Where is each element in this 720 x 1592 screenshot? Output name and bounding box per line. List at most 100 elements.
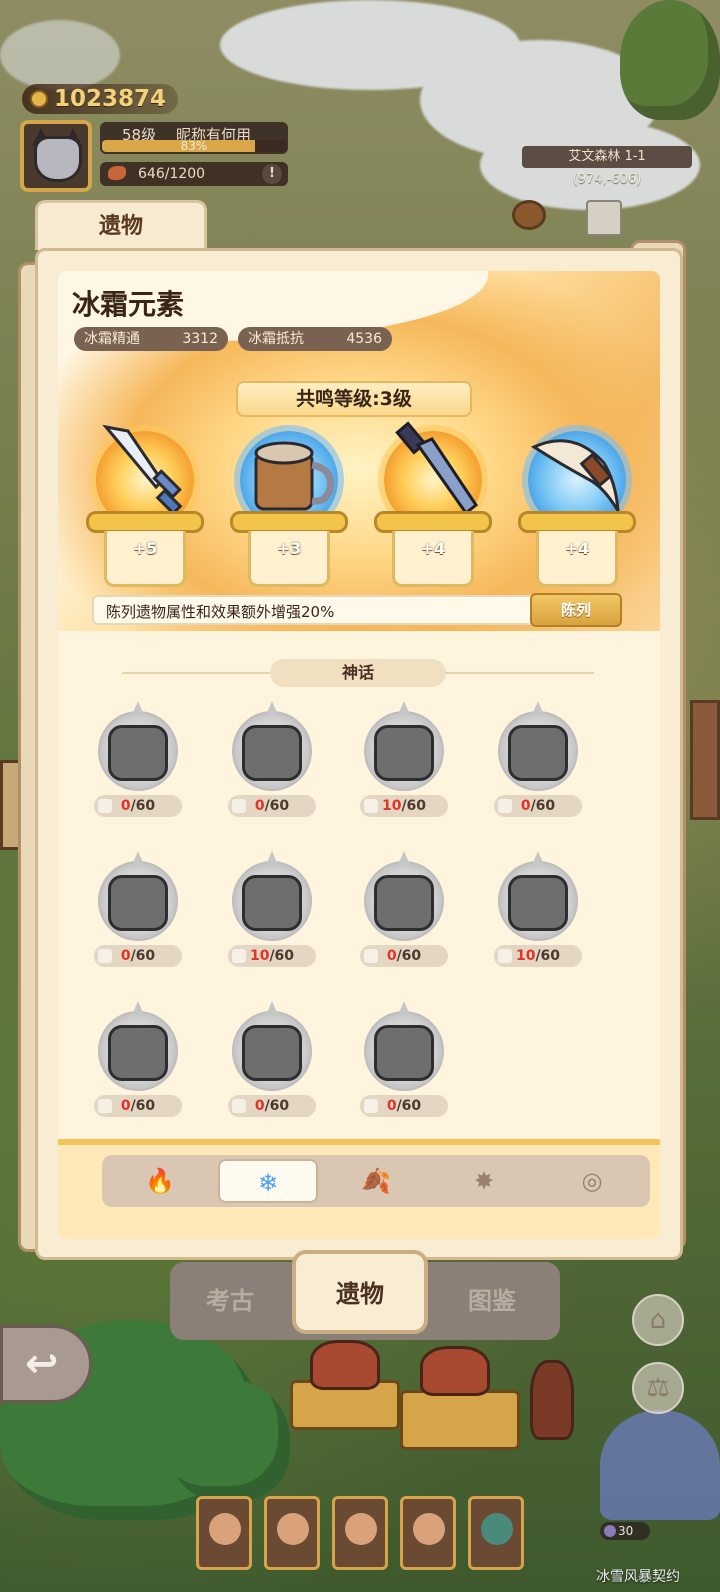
fragment-needed: /60 [396, 948, 422, 964]
contract-hero-portrait[interactable] [600, 1410, 720, 1520]
item-spike [132, 1001, 144, 1015]
tab-relics[interactable]: 遗物 [292, 1250, 428, 1334]
fire-icon: 🔥 [145, 1167, 175, 1195]
relic-item-bracer[interactable]: 0/60 [354, 851, 454, 979]
griffin-nest [400, 1390, 520, 1450]
exclamation-icon[interactable]: ! [262, 164, 282, 184]
hero-slot[interactable] [264, 1496, 320, 1570]
element-tab-swirl-icon[interactable]: ◎ [542, 1159, 642, 1203]
fragment-owned: 0 [120, 948, 131, 964]
player-avatar[interactable] [20, 120, 92, 192]
location-coords: (974,-606) [572, 172, 642, 187]
element-tab-leaf-icon[interactable]: 🍂 [326, 1159, 426, 1203]
scales-icon[interactable]: ⚖ [632, 1362, 684, 1414]
relic-item-skull-helm[interactable]: 0/60 [88, 851, 188, 979]
fragment-needed: /60 [396, 1098, 422, 1114]
item-fragment-count: 0/60 [228, 795, 316, 817]
power-badge: 30 [600, 1522, 650, 1540]
fragment-needed: /60 [130, 1098, 156, 1114]
display-button[interactable]: 陈列 [530, 593, 622, 627]
mail-icon[interactable] [512, 200, 546, 230]
xp-bar: 83% [102, 140, 286, 152]
hero-slot[interactable] [196, 1496, 252, 1570]
meat-icon [108, 166, 126, 180]
bracer-icon [374, 875, 434, 931]
back-button[interactable]: ↩ [0, 1325, 92, 1403]
fragment-owned: 0 [120, 1098, 131, 1114]
backpack-icon[interactable]: ⌂ [632, 1294, 684, 1346]
tab-archaeology[interactable]: 考古 [170, 1276, 290, 1326]
location-name[interactable]: 艾文森林 1-1 [522, 146, 692, 168]
puzzle-piece-icon [364, 799, 378, 813]
stat-label: 冰霜抵抗 [248, 331, 304, 347]
display-slot-3[interactable]: +4 [370, 421, 496, 596]
relic-panel-content: 冰霜元素 冰霜精通 3312 冰霜抵抗 4536 共鸣等级:3级 +5 +3 +… [58, 271, 660, 1239]
tab-codex[interactable]: 图鉴 [432, 1276, 552, 1326]
claw-icon [530, 439, 620, 512]
pedestal-top [86, 511, 204, 533]
item-spike [266, 701, 278, 715]
relic-item-mace[interactable]: 0/60 [222, 1001, 322, 1129]
house [690, 700, 720, 820]
hero-face [481, 1513, 513, 1545]
element-title: 冰霜元素 [72, 288, 185, 321]
pedestal-top [374, 511, 492, 533]
stat-frost-mastery: 冰霜精通 3312 [74, 327, 228, 351]
snowflake-icon: ❄ [257, 1169, 279, 1197]
hero-face [345, 1513, 377, 1545]
hero-slot[interactable] [400, 1496, 456, 1570]
item-spike [398, 701, 410, 715]
relic-item-flower-brooch[interactable]: 0/60 [88, 1001, 188, 1129]
relic-item-battle-axe[interactable]: 0/60 [222, 701, 322, 829]
pedestal: +4 [518, 511, 636, 591]
fragment-owned: 0 [254, 1098, 265, 1114]
stamina-counter[interactable]: 646/1200 ! [100, 162, 288, 186]
fragment-owned: 0 [386, 1098, 397, 1114]
divider [122, 672, 270, 674]
item-spike [132, 701, 144, 715]
relic-level: +4 [564, 539, 590, 558]
fragment-needed: /60 [530, 798, 556, 814]
element-tab-fire-icon[interactable]: 🔥 [110, 1159, 210, 1203]
fragment-needed: /60 [130, 948, 156, 964]
item-fragment-count: 0/60 [494, 795, 582, 817]
dwarf-npc[interactable] [530, 1360, 574, 1440]
pedestal-top [230, 511, 348, 533]
castle-icon[interactable] [586, 200, 622, 236]
relic-item-spiked-pauldron[interactable]: 10/60 [354, 701, 454, 829]
item-fragment-count: 0/60 [360, 945, 448, 967]
relic-item-crystal-helm[interactable]: 10/60 [222, 851, 322, 979]
element-tab-sparkle-icon[interactable]: ✸ [434, 1159, 534, 1203]
item-spike [398, 1001, 410, 1015]
item-spike [266, 851, 278, 865]
puzzle-piece-icon [232, 799, 246, 813]
puzzle-piece-icon [364, 949, 378, 963]
fragment-needed: /60 [269, 948, 295, 964]
item-fragment-count: 0/60 [360, 1095, 448, 1117]
display-slot-1[interactable]: +5 [82, 421, 208, 596]
puzzle-piece-icon [98, 1099, 112, 1113]
player-level-bar[interactable]: 58级 昵称有何用 83% [100, 122, 288, 154]
puzzle-piece-icon [232, 949, 246, 963]
display-slot-4[interactable]: +4 [514, 421, 640, 596]
claw-gauntlet-icon [108, 725, 168, 781]
resonance-level: 共鸣等级:3级 [236, 381, 472, 417]
sword-icon [102, 424, 183, 516]
hero-slot[interactable] [332, 1496, 388, 1570]
relic-item-swirl-shield[interactable]: 10/60 [488, 851, 588, 979]
fragment-owned: 10 [381, 798, 402, 814]
element-tab-snowflake-icon[interactable]: ❄ [218, 1159, 318, 1203]
hero-slot[interactable] [468, 1496, 524, 1570]
tab-relics-header[interactable]: 遗物 [35, 200, 207, 250]
relic-item-spiked-collar[interactable]: 0/60 [488, 701, 588, 829]
wolf-face-icon [34, 136, 82, 182]
fragment-needed: /60 [535, 948, 561, 964]
display-slot-2[interactable]: +3 [226, 421, 352, 596]
relic-item-claw-gauntlet[interactable]: 0/60 [88, 701, 188, 829]
fragment-needed: /60 [264, 1098, 290, 1114]
coin-icon [30, 90, 48, 108]
rarity-section-title: 神话 [270, 659, 446, 687]
relic-item-woven-pouch[interactable]: 0/60 [354, 1001, 454, 1129]
contract-label[interactable]: 冰雪风暴契约 [596, 1566, 720, 1586]
puzzle-piece-icon [98, 799, 112, 813]
